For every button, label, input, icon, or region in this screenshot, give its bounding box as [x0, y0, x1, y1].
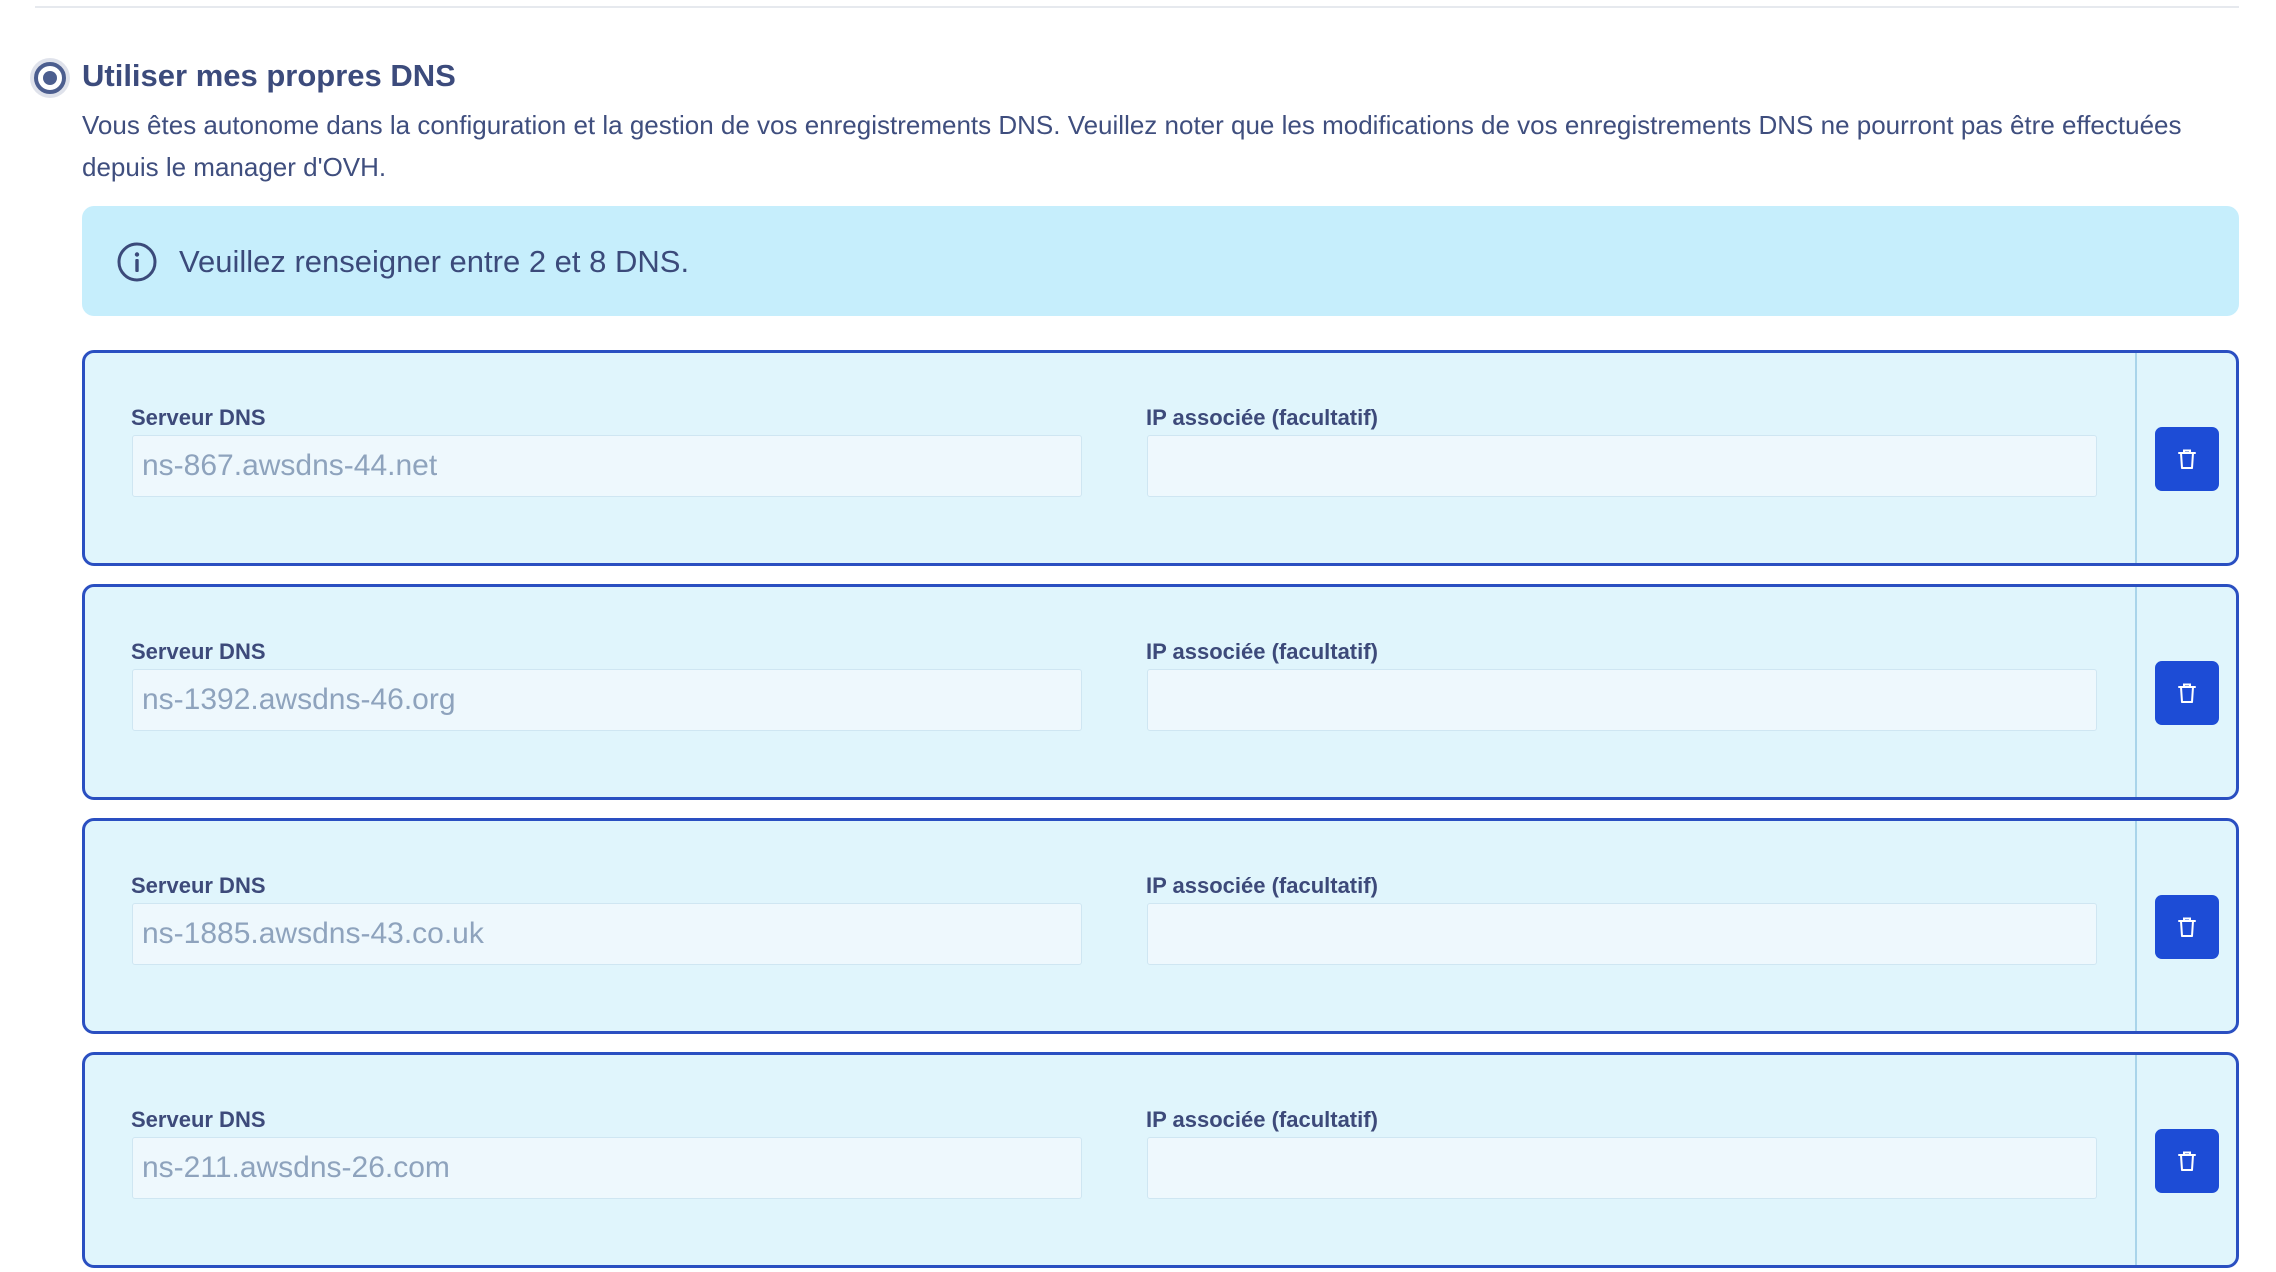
trash-icon	[2178, 449, 2196, 469]
dns-server-input[interactable]	[132, 1137, 1082, 1199]
delete-dns-button[interactable]	[2155, 895, 2219, 959]
row-divider	[2135, 587, 2137, 797]
delete-dns-button[interactable]	[2155, 1129, 2219, 1193]
dns-server-input[interactable]	[132, 903, 1082, 965]
top-divider	[35, 6, 2239, 8]
row-divider	[2135, 1055, 2137, 1265]
radio-selected-icon	[43, 71, 57, 85]
associated-ip-label: IP associée (facultatif)	[1146, 405, 1378, 430]
info-circle-icon	[117, 242, 157, 282]
associated-ip-label: IP associée (facultatif)	[1146, 873, 1378, 898]
associated-ip-label: IP associée (facultatif)	[1146, 1107, 1378, 1132]
dns-row: Serveur DNS IP associée (facultatif)	[82, 584, 2239, 800]
info-text: Veuillez renseigner entre 2 et 8 DNS.	[179, 244, 690, 279]
associated-ip-input[interactable]	[1147, 1137, 2097, 1199]
dns-server-label: Serveur DNS	[131, 873, 266, 898]
associated-ip-input[interactable]	[1147, 903, 2097, 965]
dns-configuration-page: Utiliser mes propres DNS Vous êtes auton…	[0, 0, 2276, 1272]
dns-row: Serveur DNS IP associée (facultatif)	[82, 1052, 2239, 1268]
associated-ip-input[interactable]	[1147, 669, 2097, 731]
info-banner: Veuillez renseigner entre 2 et 8 DNS.	[82, 206, 2239, 316]
option-description: Vous êtes autonome dans la configuration…	[82, 110, 2182, 182]
row-divider	[2135, 821, 2137, 1031]
delete-dns-button[interactable]	[2155, 661, 2219, 725]
dns-server-list: Serveur DNS IP associée (facultatif) Ser…	[82, 350, 2239, 1272]
delete-dns-button[interactable]	[2155, 427, 2219, 491]
dns-server-input[interactable]	[132, 669, 1082, 731]
associated-ip-input[interactable]	[1147, 435, 2097, 497]
dns-server-label: Serveur DNS	[131, 405, 266, 430]
dns-server-input[interactable]	[132, 435, 1082, 497]
own-dns-radio[interactable]	[34, 62, 66, 94]
row-divider	[2135, 353, 2137, 563]
dns-server-label: Serveur DNS	[131, 639, 266, 664]
dns-row: Serveur DNS IP associée (facultatif)	[82, 818, 2239, 1034]
trash-icon	[2178, 683, 2196, 703]
trash-icon	[2178, 917, 2196, 937]
dns-row: Serveur DNS IP associée (facultatif)	[82, 350, 2239, 566]
associated-ip-label: IP associée (facultatif)	[1146, 639, 1378, 664]
trash-icon	[2178, 1151, 2196, 1171]
option-title[interactable]: Utiliser mes propres DNS	[82, 58, 456, 94]
dns-server-label: Serveur DNS	[131, 1107, 266, 1132]
